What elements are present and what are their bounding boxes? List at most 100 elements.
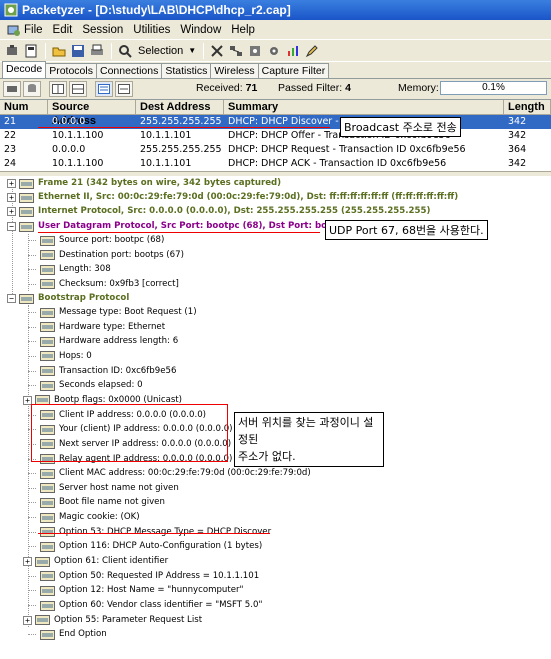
tab-protocols[interactable]: Protocols — [45, 63, 97, 78]
collapse-icon[interactable]: − — [7, 294, 16, 303]
settings-icon[interactable] — [265, 42, 283, 60]
layout-detail-icon[interactable] — [115, 81, 133, 97]
tree-connector — [28, 312, 36, 313]
menu-utilities[interactable]: Utilities — [128, 24, 175, 36]
tree-connector — [28, 546, 36, 548]
tree-field[interactable]: Transaction ID: 0xc6fb9e56 — [28, 365, 176, 378]
layout-grid-icon[interactable] — [69, 81, 87, 97]
field-icon — [40, 600, 55, 611]
table-row[interactable]: 23 0.0.0.0 255.255.255.255 DHCP: DHCP Re… — [0, 143, 551, 157]
tree-ip[interactable]: + Internet Protocol, Src: 0.0.0.0 (0.0.0… — [7, 205, 430, 218]
column-length[interactable]: Length — [504, 100, 551, 114]
tree-field[interactable]: + Option 61: Client identifier — [23, 555, 168, 568]
tab-decode[interactable]: Decode — [2, 61, 47, 78]
tree-connector — [28, 502, 36, 504]
tree-field[interactable]: Message type: Boot Request (1) — [28, 306, 197, 319]
tree-field[interactable]: Hardware type: Ethernet — [28, 321, 165, 334]
network-icon[interactable] — [227, 42, 245, 60]
packet-icon — [19, 221, 34, 232]
tree-frame[interactable]: + Frame 21 (342 bytes on wire, 342 bytes… — [7, 177, 281, 190]
expand-icon[interactable]: + — [7, 207, 16, 216]
tree-field[interactable]: Seconds elapsed: 0 — [28, 379, 143, 392]
node-icon[interactable] — [246, 42, 264, 60]
tree-connector — [28, 590, 36, 592]
search-icon[interactable] — [116, 42, 134, 60]
memory-label: Memory: — [398, 82, 439, 94]
tree-field[interactable]: Option 50: Requested IP Address = 10.1.1… — [28, 570, 259, 583]
tools-icon[interactable] — [208, 42, 226, 60]
tree-bootp[interactable]: − Bootstrap Protocol — [7, 292, 129, 305]
column-source[interactable]: Source Address — [48, 100, 136, 127]
received-stat: Received: 71 — [196, 82, 258, 94]
tree-ethernet[interactable]: + Ethernet II, Src: 00:0c:29:fe:79:0d (0… — [7, 191, 458, 204]
tree-field[interactable]: Server host name not given — [28, 482, 179, 495]
memory-meter: 0.1% — [440, 81, 547, 95]
menu-window[interactable]: Window — [175, 24, 226, 36]
table-row[interactable]: 24 10.1.1.100 10.1.1.101 DHCP: DHCP ACK … — [0, 157, 551, 171]
expand-icon[interactable]: + — [23, 557, 32, 567]
save-icon[interactable] — [69, 42, 87, 60]
tree-field[interactable]: Hops: 0 — [28, 350, 92, 363]
tree-field[interactable]: Length: 308 — [28, 263, 111, 276]
tree-field[interactable]: Destination port: bootps (67) — [28, 249, 184, 262]
chart-icon[interactable] — [284, 42, 302, 60]
field-icon — [35, 556, 50, 567]
field-icon — [40, 264, 55, 275]
annotation-udp-port: UDP Port 67, 68번을 사용한다. — [325, 220, 488, 240]
capture-icon[interactable] — [3, 42, 21, 60]
print-icon[interactable] — [88, 42, 106, 60]
layout-split-icon[interactable] — [49, 81, 67, 97]
menu-edit[interactable]: Edit — [48, 24, 78, 36]
database-icon[interactable] — [23, 81, 41, 97]
pencil-icon[interactable] — [303, 42, 321, 60]
column-summary[interactable]: Summary — [224, 100, 504, 114]
tree-field[interactable]: + Option 55: Parameter Request List — [23, 614, 202, 627]
field-icon — [40, 366, 55, 377]
filter-stat: Passed Filter: 4 — [278, 82, 351, 94]
menu-bar: File Edit Session Utilities Window Help — [0, 20, 551, 39]
expand-icon[interactable]: + — [7, 179, 16, 188]
chevron-down-icon: ▼ — [188, 46, 197, 55]
tree-connector — [28, 269, 36, 270]
tab-wireless[interactable]: Wireless — [210, 63, 259, 78]
tree-field[interactable]: Option 60: Vendor class identifier = "MS… — [28, 599, 262, 612]
save-capture-icon[interactable] — [22, 42, 40, 60]
collapse-icon[interactable]: − — [7, 222, 16, 231]
table-row[interactable]: 22 10.1.1.100 10.1.1.101 DHCP: DHCP Offe… — [0, 129, 551, 143]
annotation-broadcast: Broadcast 주소로 전송 — [340, 117, 461, 137]
open-folder-icon[interactable] — [50, 42, 68, 60]
field-icon — [40, 629, 55, 640]
expand-icon[interactable]: + — [23, 615, 32, 625]
tree-connector — [28, 370, 36, 372]
tab-statistics[interactable]: Statistics — [161, 63, 212, 78]
tree-connector — [28, 283, 36, 285]
tree-field[interactable]: Option 12: Host Name = "hunnycomputer" — [28, 584, 244, 597]
window-title: Packetyzer - [D:\study\LAB\DHCP\dhcp_r2.… — [22, 3, 291, 17]
menu-session[interactable]: Session — [77, 24, 128, 36]
field-icon — [40, 279, 55, 289]
tab-connections[interactable]: Connections — [95, 63, 163, 78]
column-dest[interactable]: Dest Address — [136, 100, 224, 114]
tree-field[interactable]: Boot file name not given — [28, 496, 165, 509]
toolbar-separator — [45, 42, 46, 59]
tree-field[interactable]: Hardware address length: 6 — [28, 335, 178, 348]
capture-small-icon[interactable] — [3, 81, 21, 97]
field-icon — [40, 571, 55, 582]
tree-field[interactable]: Magic cookie: (OK) — [28, 511, 140, 524]
selection-dropdown[interactable]: Selection ▼ — [138, 45, 196, 57]
menu-file[interactable]: File — [2, 24, 48, 36]
tree-field[interactable]: End Option — [28, 628, 107, 641]
field-icon — [40, 497, 55, 508]
tree-field[interactable]: Source port: bootpc (68) — [28, 234, 164, 247]
menu-help[interactable]: Help — [226, 24, 260, 36]
tree-connector — [28, 605, 36, 606]
tree-field[interactable]: Checksum: 0x9fb3 [correct] — [28, 278, 179, 291]
tree-field[interactable]: Option 116: DHCP Auto-Configuration (1 b… — [28, 540, 262, 553]
expand-icon[interactable]: + — [7, 193, 16, 202]
tree-connector — [28, 326, 36, 328]
field-icon — [40, 483, 55, 494]
layout-list-icon[interactable] — [95, 81, 113, 97]
tab-capture-filter[interactable]: Capture Filter — [257, 63, 330, 78]
tree-field[interactable]: Client MAC address: 00:0c:29:fe:79:0d (0… — [28, 467, 311, 480]
column-num[interactable]: Num — [0, 100, 48, 114]
